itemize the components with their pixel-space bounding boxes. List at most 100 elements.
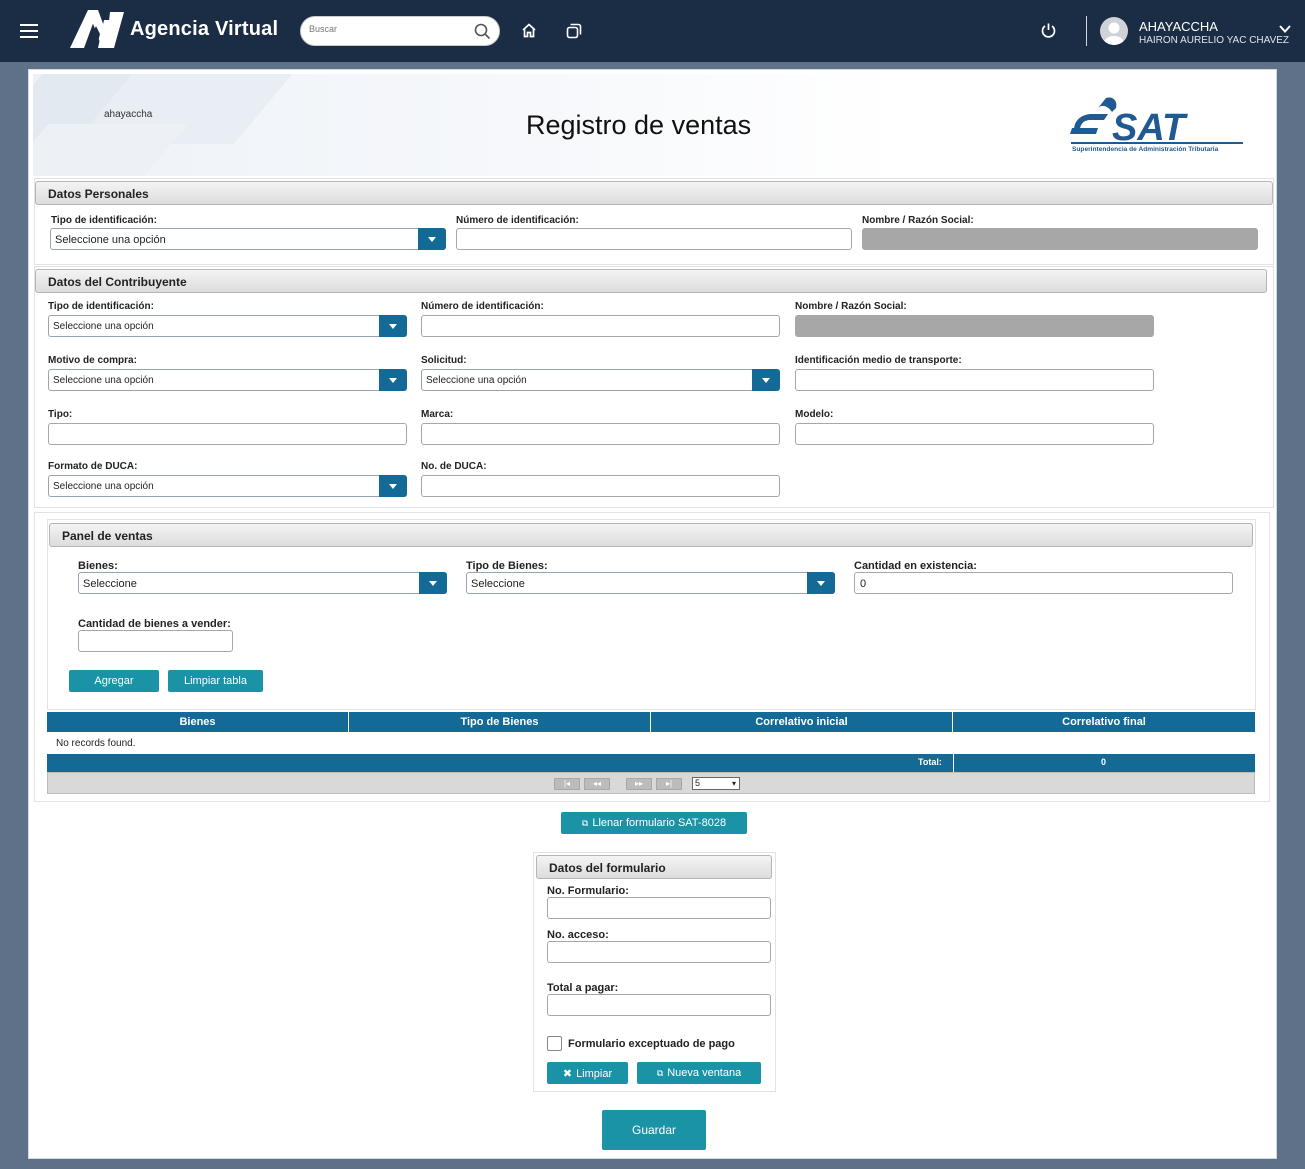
- dropdown-arrow-icon[interactable]: [379, 475, 407, 497]
- dropdown-arrow-icon[interactable]: [419, 572, 447, 594]
- prev-page-icon[interactable]: ◂◂: [584, 778, 610, 790]
- total-value: 0: [1101, 757, 1107, 767]
- column-header-tipo-bienes[interactable]: Tipo de Bienes: [349, 712, 651, 732]
- motivo-value: Seleccione una opción: [53, 375, 154, 386]
- motivo-select[interactable]: Seleccione una opción: [48, 369, 407, 391]
- no-formulario-label: No. Formulario:: [547, 885, 629, 897]
- search-input[interactable]: [309, 24, 469, 34]
- marca-input[interactable]: [421, 423, 780, 445]
- no-acceso-input[interactable]: [547, 941, 771, 963]
- page-title: Registro de ventas: [526, 110, 752, 140]
- avatar[interactable]: [1100, 17, 1128, 45]
- datos-personales-heading: Datos Personales: [35, 181, 1273, 205]
- c-tipo-select[interactable]: Seleccione una opción: [48, 315, 407, 337]
- existencia-input[interactable]: 0: [854, 572, 1233, 594]
- table-footer: Total: 0: [47, 754, 1255, 772]
- no-duca-input[interactable]: [421, 475, 780, 497]
- dropdown-arrow-icon[interactable]: [418, 228, 446, 250]
- user-full-name: HAIRON AURELIO YAC CHAVEZ: [1139, 35, 1290, 46]
- c-numero-label: Número de identificación:: [421, 301, 544, 312]
- marca-label: Marca:: [421, 409, 454, 420]
- menu-icon[interactable]: [20, 24, 38, 38]
- search-icon[interactable]: [474, 23, 491, 40]
- tipo-bienes-label: Tipo de Bienes:: [466, 560, 548, 572]
- tipo-bienes-select[interactable]: Seleccione: [466, 572, 835, 594]
- vender-input[interactable]: [78, 630, 233, 652]
- divider: [1086, 16, 1087, 46]
- home-icon[interactable]: [521, 23, 537, 38]
- guardar-button[interactable]: Guardar: [602, 1110, 706, 1150]
- table-header: Bienes Tipo de Bienes Correlativo inicia…: [47, 712, 1255, 732]
- tipo-input[interactable]: [48, 423, 407, 445]
- dp-nombre-label: Nombre / Razón Social:: [862, 215, 974, 226]
- total-label: Total:: [918, 757, 942, 767]
- dropdown-arrow-icon[interactable]: [752, 369, 780, 391]
- power-icon[interactable]: [1040, 22, 1057, 39]
- bienes-value: Seleccione: [83, 578, 137, 590]
- nueva-ventana-button[interactable]: ⧉ Nueva ventana: [637, 1062, 761, 1084]
- c-tipo-label: Tipo de identificación:: [48, 301, 154, 312]
- dp-tipo-select[interactable]: Seleccione una opción: [50, 228, 446, 250]
- agencia-virtual-logo: [70, 10, 124, 48]
- paginator: |◂ ◂◂ ▸▸ ▸| 5 ▾: [47, 772, 1255, 794]
- dropdown-arrow-icon[interactable]: [807, 572, 835, 594]
- first-page-icon[interactable]: |◂: [554, 778, 580, 790]
- dp-nombre-input: [862, 228, 1258, 250]
- solicitud-select[interactable]: Seleccione una opción: [421, 369, 780, 391]
- llenar-formulario-label: Llenar formulario SAT-8028: [592, 817, 727, 829]
- solicitud-value: Seleccione una opción: [426, 375, 527, 386]
- user-icon: [1104, 22, 1124, 45]
- c-tipo-value: Seleccione una opción: [53, 321, 154, 332]
- next-page-icon[interactable]: ▸▸: [626, 778, 652, 790]
- exceptuado-label[interactable]: Formulario exceptuado de pago: [568, 1038, 735, 1050]
- formato-duca-value: Seleccione una opción: [53, 481, 154, 492]
- dp-tipo-label: Tipo de identificación:: [51, 215, 157, 226]
- c-numero-input[interactable]: [421, 315, 780, 337]
- user-name[interactable]: AHAYACCHA: [1139, 19, 1218, 34]
- chevron-down-icon: ▾: [731, 779, 736, 788]
- tipo-bienes-value: Seleccione: [471, 578, 525, 590]
- bienes-select[interactable]: Seleccione: [78, 572, 447, 594]
- total-pagar-input[interactable]: [547, 994, 771, 1016]
- modelo-input[interactable]: [795, 423, 1154, 445]
- username-label: ahayaccha: [104, 109, 153, 120]
- existencia-value: 0: [860, 578, 867, 590]
- rows-per-page-value: 5: [695, 778, 701, 788]
- limpiar-tabla-button[interactable]: Limpiar tabla: [168, 670, 263, 692]
- modelo-label: Modelo:: [795, 409, 834, 420]
- dp-numero-input[interactable]: [456, 228, 852, 250]
- no-duca-label: No. de DUCA:: [421, 461, 487, 472]
- formato-duca-select[interactable]: Seleccione una opción: [48, 475, 407, 497]
- dp-tipo-value: Seleccione una opción: [55, 234, 166, 246]
- search-box[interactable]: [300, 16, 500, 46]
- dropdown-arrow-icon[interactable]: [379, 369, 407, 391]
- chevron-down-icon[interactable]: [1279, 24, 1291, 34]
- column-header-bienes[interactable]: Bienes: [47, 712, 349, 732]
- agregar-button[interactable]: Agregar: [69, 670, 159, 692]
- bienes-label: Bienes:: [78, 560, 118, 572]
- vender-label: Cantidad de bienes a vender:: [78, 618, 231, 630]
- external-link-icon: ⧉: [656, 1068, 664, 1078]
- table-row: No records found.: [47, 732, 1255, 754]
- limpiar-button[interactable]: ✖ Limpiar: [547, 1062, 628, 1084]
- column-header-correlativo-final[interactable]: Correlativo final: [953, 712, 1255, 732]
- column-header-correlativo-inicial[interactable]: Correlativo inicial: [651, 712, 953, 732]
- existencia-label: Cantidad en existencia:: [854, 560, 977, 572]
- total-pagar-label: Total a pagar:: [547, 982, 619, 994]
- last-page-icon[interactable]: ▸|: [656, 778, 682, 790]
- formato-duca-label: Formato de DUCA:: [48, 461, 138, 472]
- nueva-ventana-label: Nueva ventana: [667, 1067, 742, 1079]
- no-formulario-input[interactable]: [547, 897, 771, 919]
- motivo-label: Motivo de compra:: [48, 355, 137, 366]
- no-acceso-label: No. acceso:: [547, 929, 609, 941]
- dropdown-arrow-icon[interactable]: [379, 315, 407, 337]
- transporte-input[interactable]: [795, 369, 1154, 391]
- empty-message: No records found.: [56, 738, 136, 749]
- exceptuado-checkbox[interactable]: [547, 1036, 562, 1051]
- rows-per-page-select[interactable]: 5 ▾: [692, 777, 740, 790]
- llenar-formulario-button[interactable]: ⧉ Llenar formulario SAT-8028: [561, 812, 747, 834]
- solicitud-label: Solicitud:: [421, 355, 467, 366]
- tipo-label: Tipo:: [48, 409, 73, 420]
- c-nombre-input: [795, 315, 1154, 337]
- copy-icon[interactable]: [566, 23, 582, 39]
